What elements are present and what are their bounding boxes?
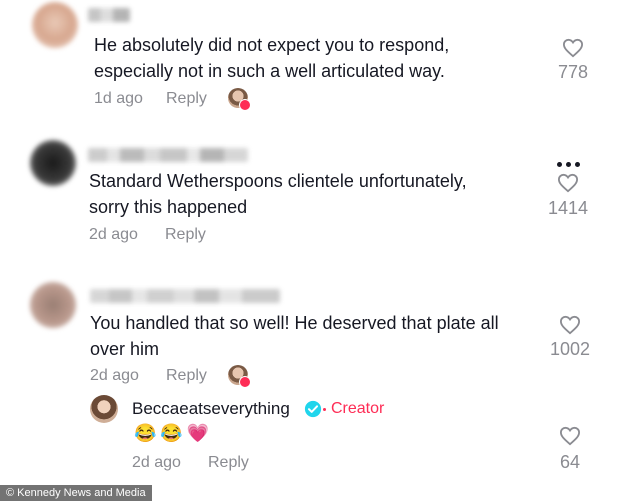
commenter-avatar[interactable] bbox=[32, 2, 78, 48]
comment-text-line-2: especially not in such a well articulate… bbox=[94, 61, 445, 81]
liked-badge-icon bbox=[239, 376, 251, 388]
separator-dot bbox=[323, 408, 326, 411]
like-count: 778 bbox=[557, 62, 589, 82]
like-count: 1414 bbox=[547, 198, 589, 218]
comment-text-line-1: Standard Wetherspoons clientele unfortun… bbox=[89, 171, 467, 191]
creator-tag: Creator bbox=[331, 400, 385, 417]
more-options-icon[interactable] bbox=[557, 154, 584, 172]
comment-text-line-2: sorry this happened bbox=[89, 197, 248, 217]
like-heart-icon[interactable] bbox=[562, 38, 584, 58]
comment-text-line-1: He absolutely did not expect you to resp… bbox=[94, 35, 450, 55]
laughing-emoji: 😂 bbox=[160, 423, 183, 443]
creator-liked-indicator bbox=[228, 365, 252, 389]
reply-emojis: 😂 😂 💗 bbox=[134, 422, 209, 444]
reply-button[interactable]: Reply bbox=[166, 367, 207, 385]
comment-timestamp: 2d ago bbox=[89, 226, 138, 243]
commenter-username-blurred[interactable] bbox=[88, 8, 130, 22]
laughing-emoji: 😂 bbox=[134, 423, 157, 443]
comment-timestamp: 2d ago bbox=[90, 367, 139, 384]
like-count: 1002 bbox=[549, 339, 591, 359]
like-heart-icon[interactable] bbox=[557, 173, 579, 193]
reply-button[interactable]: Reply bbox=[165, 226, 206, 244]
commenter-avatar[interactable] bbox=[30, 282, 76, 328]
like-heart-icon[interactable] bbox=[559, 426, 581, 446]
creator-username[interactable]: Beccaeatseverything bbox=[132, 399, 290, 419]
commenter-username-blurred[interactable] bbox=[88, 148, 248, 162]
commenter-username-blurred[interactable] bbox=[90, 289, 280, 303]
comment-text-line-1: You handled that so well! He deserved th… bbox=[90, 313, 499, 333]
image-credit: © Kennedy News and Media bbox=[0, 485, 152, 501]
verified-check-icon bbox=[304, 400, 322, 418]
reply-button[interactable]: Reply bbox=[208, 454, 249, 472]
comment-timestamp: 1d ago bbox=[94, 90, 143, 107]
creator-avatar[interactable] bbox=[90, 395, 118, 423]
reply-timestamp: 2d ago bbox=[132, 454, 181, 471]
liked-badge-icon bbox=[239, 99, 251, 111]
like-heart-icon[interactable] bbox=[559, 315, 581, 335]
reply-button[interactable]: Reply bbox=[166, 90, 207, 108]
pink-heart-emoji: 💗 bbox=[186, 423, 210, 443]
like-count: 64 bbox=[559, 452, 581, 472]
comment-text-line-2: over him bbox=[90, 339, 160, 359]
creator-liked-indicator bbox=[228, 88, 252, 112]
commenter-avatar[interactable] bbox=[30, 140, 76, 186]
